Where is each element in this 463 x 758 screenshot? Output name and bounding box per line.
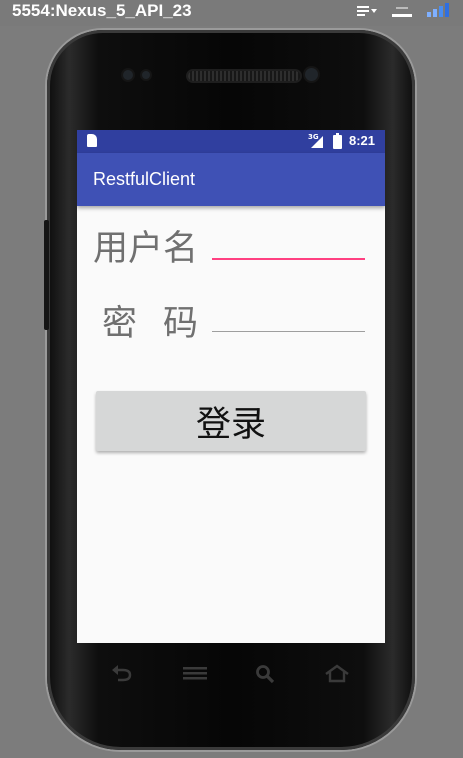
menu-dropdown-icon[interactable] [356,2,377,21]
password-input[interactable] [212,301,365,332]
battery-charging-icon [333,133,342,149]
signal-strength-icon [427,2,449,21]
back-icon[interactable] [110,663,136,685]
proximity-sensor [123,70,133,80]
search-icon[interactable] [253,663,279,685]
home-icon[interactable] [324,663,350,685]
login-button[interactable]: 登录 [96,391,366,451]
username-input[interactable] [212,228,365,260]
password-label: 密码 [102,304,225,344]
emulator-title: 5554:Nexus_5_API_23 [12,2,192,20]
minimize-icon[interactable] [391,2,412,21]
sd-card-icon [87,134,97,147]
username-label: 用户名 [93,229,199,269]
light-sensor [142,71,150,79]
earpiece-speaker [188,71,300,81]
status-bar: 3G 8:21 [77,130,385,153]
front-camera [305,68,318,81]
window-icons [347,2,449,17]
app-title: RestfulClient [93,169,196,189]
menu-icon[interactable] [182,663,208,685]
phone-frame: 3G 8:21 RestfulClient 用户名 密码 登录 [44,30,415,750]
emulator-title-bar: 5554:Nexus_5_API_23 [0,0,463,26]
network-type-label: 3G [308,133,319,141]
device-screen: 3G 8:21 RestfulClient 用户名 密码 登录 [77,130,385,643]
app-bar: RestfulClient [77,153,385,206]
status-time: 8:21 [349,133,376,148]
volume-button[interactable] [44,220,49,330]
